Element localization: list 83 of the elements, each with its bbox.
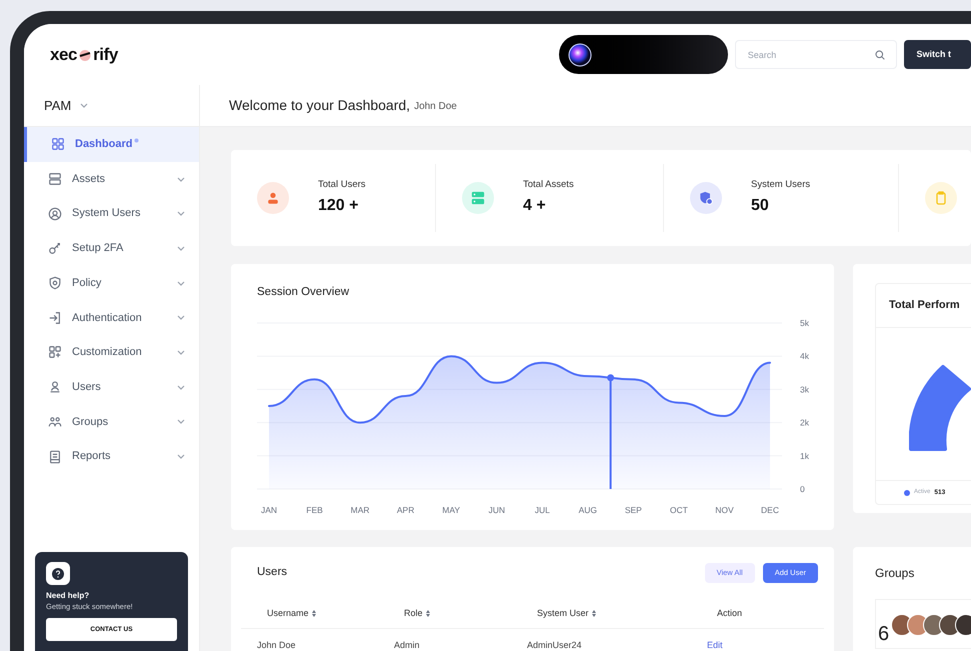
x-axis-label: MAR [350, 505, 370, 516]
user-name: John Doe [414, 100, 457, 114]
column-header: Action [717, 606, 742, 620]
sidebar-item-label: Reports [72, 449, 111, 464]
sidebar-item-label: System Users [72, 206, 140, 222]
stat-label: Total Assets [523, 178, 574, 192]
switch-button[interactable]: Switch t [904, 40, 971, 69]
sidebar-item[interactable]: Assets [24, 162, 199, 196]
x-axis-label: JUL [534, 505, 550, 516]
welcome-title: Welcome to your Dashboard, [229, 96, 410, 115]
card-title: Session Overview [257, 285, 350, 300]
sidebar-item[interactable]: Policy [24, 266, 199, 300]
sidebar-item-label: Assets [72, 172, 106, 187]
search-icon [875, 50, 886, 60]
stat-value: 50 [751, 196, 770, 216]
sidebar-item[interactable]: Setup 2FA [24, 231, 199, 266]
y-axis-label: 1k [800, 451, 809, 462]
y-axis-label: 0 [800, 484, 805, 494]
x-axis-label: JUN [488, 505, 505, 516]
stat-value: 4 + [523, 196, 547, 216]
badge-dot-icon [134, 138, 140, 143]
edit-link[interactable]: Edit [707, 640, 723, 650]
table-cell: Admin [394, 640, 420, 650]
stat-label: Total Users [318, 178, 366, 192]
x-axis-label: OCT [670, 505, 688, 516]
sidebar-item[interactable]: System Users [24, 196, 199, 232]
column-header[interactable]: Username [267, 606, 309, 620]
x-axis-label: FEB [306, 505, 323, 516]
stat-label: System Users [751, 178, 810, 192]
chevron-down-icon [80, 103, 88, 108]
question-icon [52, 568, 64, 580]
user-icon [266, 191, 280, 205]
grid-plus-icon [48, 345, 62, 360]
logo: xec rify [50, 44, 118, 66]
user-icon [48, 380, 62, 394]
y-axis-label: 5k [800, 318, 809, 328]
card-title: Groups [875, 565, 914, 582]
y-axis-label: 3k [800, 384, 809, 395]
sidebar-item[interactable]: Dashboard [24, 127, 199, 162]
grid-icon [51, 137, 65, 152]
y-axis-label: 4k [800, 351, 809, 362]
login-icon [48, 310, 62, 325]
logo-mark-icon [78, 48, 92, 62]
shield-icon [699, 191, 713, 205]
server-icon [471, 191, 485, 205]
table-cell: AdminUser24 [527, 640, 582, 650]
sidebar-item[interactable]: Reports [24, 439, 199, 474]
x-axis-label: JAN [260, 505, 278, 516]
sidebar-item-label: Customization [72, 345, 142, 360]
group-count: 6 [878, 624, 890, 644]
x-axis-label: APR [396, 505, 414, 516]
user-circle-icon [48, 206, 62, 221]
sidebar-item-label: Policy [72, 276, 102, 291]
search-field[interactable]: Search [734, 40, 898, 69]
x-axis-label: DEC [761, 505, 779, 516]
y-axis-label: 2k [800, 418, 809, 428]
server-icon [48, 172, 62, 186]
stat-value: 120 + [318, 196, 360, 216]
shield-icon [48, 276, 62, 290]
sidebar-item[interactable]: Authentication [24, 300, 199, 336]
group-icon [48, 414, 62, 429]
sidebar-item[interactable]: Users [24, 370, 199, 404]
column-header[interactable]: System User [537, 606, 589, 620]
help-title: Need help? [46, 591, 90, 601]
table-cell: John Doe [257, 640, 296, 650]
x-axis-label: AUG [578, 505, 598, 516]
x-axis-label: MAY [442, 505, 460, 516]
column-header[interactable]: Role [404, 606, 423, 620]
sidebar-item[interactable]: Groups [24, 404, 199, 440]
key-icon [48, 241, 62, 256]
card-title: Users [257, 565, 288, 580]
orb-icon [568, 42, 592, 66]
sidebar-item-label: Setup 2FA [72, 241, 124, 256]
report-icon [48, 450, 62, 464]
x-axis-label: NOV [715, 505, 734, 516]
sidebar-item-label: Authentication [72, 310, 142, 326]
sidebar-item[interactable]: Customization [24, 335, 199, 370]
sidebar-item-label: Users [72, 380, 101, 395]
workspace-label[interactable]: PAM [44, 96, 72, 116]
sidebar-item-label: Groups [72, 414, 108, 430]
x-axis-label: SEP [624, 505, 642, 516]
sidebar-item-label: Dashboard [75, 137, 132, 152]
card-title: Total Perform [889, 298, 960, 314]
